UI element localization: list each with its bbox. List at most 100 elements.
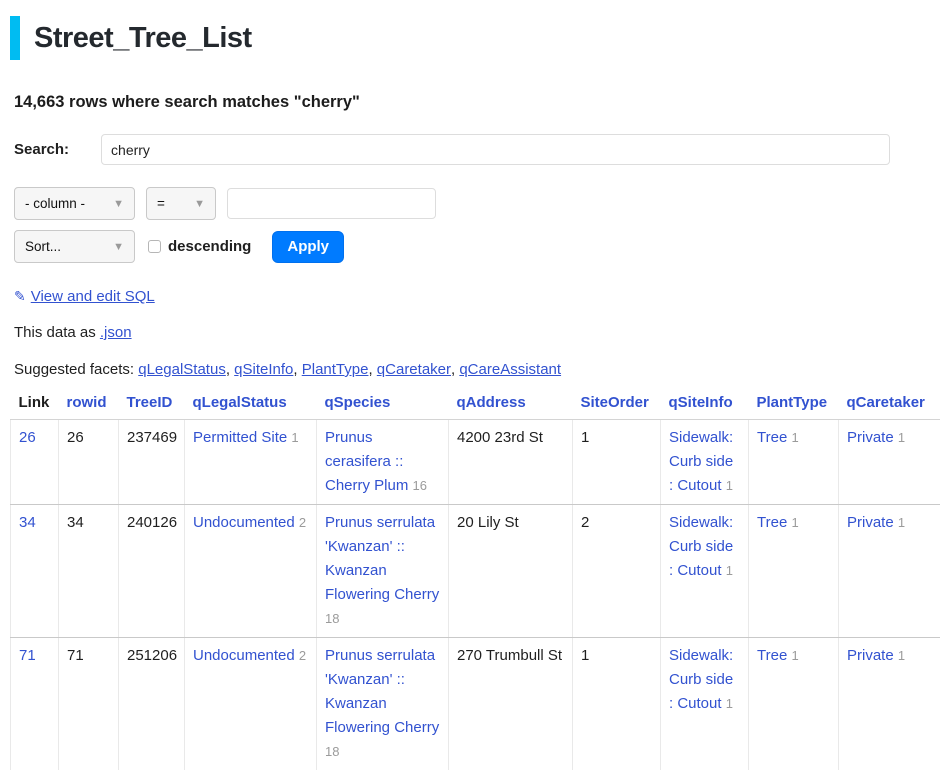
column-header-siteorder[interactable]: SiteOrder bbox=[573, 391, 661, 420]
cell-qlegalstatus: Undocumented 2 bbox=[185, 505, 317, 638]
cell-siteorder: 2 bbox=[573, 505, 661, 638]
facet-link-qcareassistant[interactable]: qCareAssistant bbox=[459, 361, 561, 378]
cell-siteorder: 1 bbox=[573, 638, 661, 771]
cell-qaddress: 270 Trumbull St bbox=[449, 638, 573, 771]
facet-count: 1 bbox=[898, 648, 905, 663]
cell-qspecies: Prunus serrulata 'Kwanzan' :: Kwanzan Fl… bbox=[317, 638, 449, 771]
facet-count: 1 bbox=[726, 478, 733, 493]
cell-qcaretaker: Private 1 bbox=[839, 505, 940, 638]
table-row: 71 71 251206 Undocumented 2 Prunus serru… bbox=[11, 638, 940, 771]
cell-siteorder: 1 bbox=[573, 420, 661, 505]
search-input[interactable] bbox=[101, 134, 890, 165]
table-row: 26 26 237469 Permitted Site 1 Prunus cer… bbox=[11, 420, 940, 505]
plant-type-link[interactable]: Tree bbox=[757, 647, 787, 664]
cell-qlegalstatus: Undocumented 2 bbox=[185, 638, 317, 771]
table-row: 34 34 240126 Undocumented 2 Prunus serru… bbox=[11, 505, 940, 638]
row-link[interactable]: 34 bbox=[19, 514, 36, 531]
site-info-link[interactable]: Sidewalk: Curb side : Cutout bbox=[669, 514, 733, 579]
caretaker-link[interactable]: Private bbox=[847, 647, 894, 664]
chevron-down-icon: ▼ bbox=[194, 198, 205, 210]
json-link[interactable]: .json bbox=[100, 324, 132, 341]
facet-count: 1 bbox=[791, 648, 798, 663]
cell-qsiteinfo: Sidewalk: Curb side : Cutout 1 bbox=[661, 420, 749, 505]
facet-count: 18 bbox=[325, 744, 339, 759]
sql-link-row: ✎ View and edit SQL bbox=[14, 288, 940, 305]
facet-count: 1 bbox=[726, 696, 733, 711]
plant-type-link[interactable]: Tree bbox=[757, 514, 787, 531]
facet-count: 2 bbox=[299, 648, 306, 663]
accent-bar bbox=[10, 16, 20, 60]
facet-link-qcaretaker[interactable]: qCaretaker bbox=[377, 361, 460, 378]
cell-qaddress: 20 Lily St bbox=[449, 505, 573, 638]
column-header-treeid[interactable]: TreeID bbox=[119, 391, 185, 420]
cell-rowid: 71 bbox=[59, 638, 119, 771]
cell-treeid: 251206 bbox=[119, 638, 185, 771]
cell-qlegalstatus: Permitted Site 1 bbox=[185, 420, 317, 505]
cell-planttype: Tree 1 bbox=[749, 505, 839, 638]
column-header-qspecies[interactable]: qSpecies bbox=[317, 391, 449, 420]
cell-rowid: 34 bbox=[59, 505, 119, 638]
column-header-qaddress[interactable]: qAddress bbox=[449, 391, 573, 420]
facet-link-qlegalstatus[interactable]: qLegalStatus bbox=[138, 361, 234, 378]
cell-planttype: Tree 1 bbox=[749, 638, 839, 771]
cell-qaddress: 4200 23rd St bbox=[449, 420, 573, 505]
cell-qcaretaker: Private 1 bbox=[839, 638, 940, 771]
column-header-link: Link bbox=[11, 391, 59, 420]
cell-link: 26 bbox=[11, 420, 59, 505]
filter-form: - column - ▼ = ▼ bbox=[14, 187, 940, 220]
row-link[interactable]: 26 bbox=[19, 429, 36, 446]
descending-label: descending bbox=[168, 238, 251, 255]
facet-count: 18 bbox=[325, 611, 339, 626]
facet-count: 16 bbox=[413, 478, 427, 493]
column-select[interactable]: - column - ▼ bbox=[14, 187, 135, 220]
cell-planttype: Tree 1 bbox=[749, 420, 839, 505]
facet-count: 1 bbox=[291, 430, 298, 445]
pencil-icon: ✎ bbox=[14, 288, 26, 304]
facet-link-qsiteinfo[interactable]: qSiteInfo bbox=[234, 361, 302, 378]
species-link[interactable]: Prunus cerasifera :: Cherry Plum bbox=[325, 429, 408, 494]
facet-count: 1 bbox=[726, 563, 733, 578]
cell-treeid: 237469 bbox=[119, 420, 185, 505]
sort-form: Sort... ▼ descending Apply bbox=[14, 230, 940, 263]
filter-value-input[interactable] bbox=[227, 188, 436, 219]
apply-button[interactable]: Apply bbox=[272, 231, 344, 263]
results-table: Link rowid TreeID qLegalStatus qSpecies … bbox=[10, 391, 940, 770]
legal-status-link[interactable]: Undocumented bbox=[193, 647, 295, 664]
column-header-rowid[interactable]: rowid bbox=[59, 391, 119, 420]
column-header-qlegalstatus[interactable]: qLegalStatus bbox=[185, 391, 317, 420]
column-header-qcaretaker[interactable]: qCaretaker bbox=[839, 391, 940, 420]
species-link[interactable]: Prunus serrulata 'Kwanzan' :: Kwanzan Fl… bbox=[325, 514, 439, 603]
column-select-value: - column - bbox=[25, 196, 85, 211]
sort-select[interactable]: Sort... ▼ bbox=[14, 230, 135, 263]
caretaker-link[interactable]: Private bbox=[847, 514, 894, 531]
site-info-link[interactable]: Sidewalk: Curb side : Cutout bbox=[669, 647, 733, 712]
search-label: Search: bbox=[14, 141, 69, 158]
row-link[interactable]: 71 bbox=[19, 647, 36, 664]
row-count-summary: 14,663 rows where search matches "cherry… bbox=[14, 93, 940, 112]
operator-select[interactable]: = ▼ bbox=[146, 187, 216, 220]
column-header-qsiteinfo[interactable]: qSiteInfo bbox=[661, 391, 749, 420]
species-link[interactable]: Prunus serrulata 'Kwanzan' :: Kwanzan Fl… bbox=[325, 647, 439, 736]
suggested-facets-row: Suggested facets: qLegalStatusqSiteInfoP… bbox=[14, 361, 940, 378]
cell-rowid: 26 bbox=[59, 420, 119, 505]
facet-count: 2 bbox=[299, 515, 306, 530]
cell-qsiteinfo: Sidewalk: Curb side : Cutout 1 bbox=[661, 638, 749, 771]
page-header: Street_Tree_List bbox=[10, 16, 940, 60]
column-header-planttype[interactable]: PlantType bbox=[749, 391, 839, 420]
chevron-down-icon: ▼ bbox=[113, 241, 124, 253]
cell-link: 34 bbox=[11, 505, 59, 638]
view-edit-sql-link[interactable]: View and edit SQL bbox=[31, 288, 155, 305]
facet-count: 1 bbox=[791, 515, 798, 530]
cell-treeid: 240126 bbox=[119, 505, 185, 638]
caretaker-link[interactable]: Private bbox=[847, 429, 894, 446]
chevron-down-icon: ▼ bbox=[113, 198, 124, 210]
plant-type-link[interactable]: Tree bbox=[757, 429, 787, 446]
site-info-link[interactable]: Sidewalk: Curb side : Cutout bbox=[669, 429, 733, 494]
legal-status-link[interactable]: Undocumented bbox=[193, 514, 295, 531]
sort-select-value: Sort... bbox=[25, 239, 61, 254]
descending-checkbox[interactable] bbox=[148, 240, 161, 253]
legal-status-link[interactable]: Permitted Site bbox=[193, 429, 287, 446]
cell-link: 71 bbox=[11, 638, 59, 771]
facet-link-planttype[interactable]: PlantType bbox=[302, 361, 377, 378]
cell-qsiteinfo: Sidewalk: Curb side : Cutout 1 bbox=[661, 505, 749, 638]
